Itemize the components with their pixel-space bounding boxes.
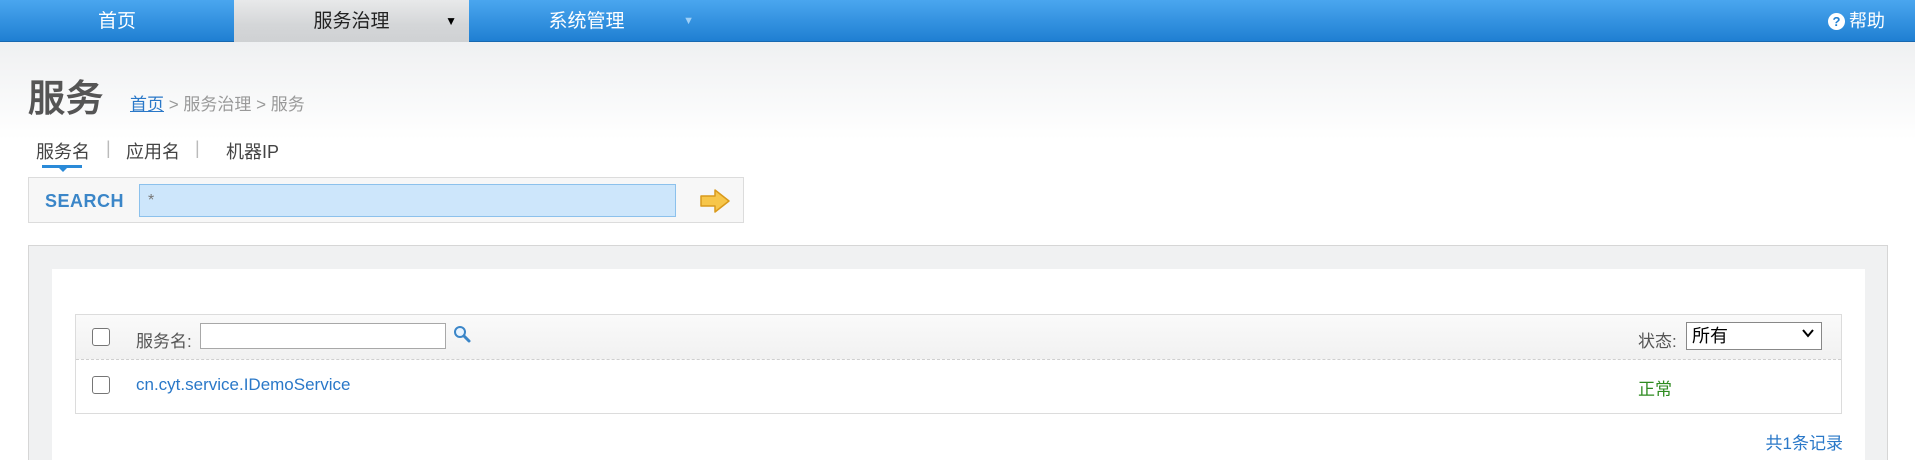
breadcrumb-separator: > xyxy=(251,95,271,114)
tab-separator: | xyxy=(106,138,111,158)
status-filter-label: 状态: xyxy=(1638,332,1677,351)
service-name-filter-input[interactable] xyxy=(200,323,446,349)
breadcrumb-separator: > xyxy=(164,95,184,114)
breadcrumb-home-link[interactable]: 首页 xyxy=(130,95,164,114)
tab-service-name[interactable]: 服务名 xyxy=(36,138,90,164)
nav-home[interactable]: 首页 xyxy=(0,0,234,42)
service-name-filter-label: 服务名: xyxy=(136,332,192,351)
search-input[interactable] xyxy=(139,184,676,217)
nav-system-management[interactable]: 系统管理 ▼ xyxy=(469,0,704,42)
arrow-right-icon[interactable] xyxy=(699,187,731,215)
status-filter-select[interactable]: 所有 xyxy=(1686,322,1822,350)
chevron-down-icon xyxy=(1802,329,1814,338)
content-inner: 服务名: 状态: 所有 cn.cyt.service.IDemoService … xyxy=(52,269,1865,460)
service-table: 服务名: 状态: 所有 cn.cyt.service.IDemoService … xyxy=(75,314,1842,414)
nav-service-governance-label: 服务治理 xyxy=(313,11,390,32)
search-box: SEARCH xyxy=(28,177,744,223)
nav-system-management-label: 系统管理 xyxy=(548,11,625,32)
select-all-checkbox[interactable] xyxy=(92,328,110,346)
tab-app-name[interactable]: 应用名 xyxy=(126,138,180,164)
help-icon: ? xyxy=(1828,12,1845,30)
search-label: SEARCH xyxy=(45,191,125,211)
breadcrumb-service-governance: 服务治理 xyxy=(183,95,252,114)
record-count: 共1条记录 xyxy=(1765,434,1843,453)
page-title: 服务 xyxy=(28,78,104,119)
top-nav: 首页 服务治理 ▼ 系统管理 ▼ ? 帮助 xyxy=(0,0,1915,42)
status-badge: 正常 xyxy=(1638,380,1672,399)
caret-down-icon: ▼ xyxy=(683,15,694,27)
table-header: 服务名: 状态: 所有 xyxy=(76,315,1841,360)
tab-separator: | xyxy=(195,138,200,158)
help-link[interactable]: ? 帮助 xyxy=(1828,0,1885,42)
service-name-link[interactable]: cn.cyt.service.IDemoService xyxy=(136,375,350,395)
active-tab-indicator xyxy=(42,165,82,172)
help-label: 帮助 xyxy=(1849,11,1885,31)
nav-service-governance[interactable]: 服务治理 ▼ xyxy=(234,0,469,42)
breadcrumb: 首页 > 服务治理 > 服务 xyxy=(130,90,305,115)
row-checkbox[interactable] xyxy=(92,376,110,394)
nav-home-label: 首页 xyxy=(97,11,136,32)
breadcrumb-current: 服务 xyxy=(270,95,305,114)
search-icon[interactable] xyxy=(452,324,472,344)
status-filter-value: 所有 xyxy=(1692,326,1728,346)
caret-down-icon: ▼ xyxy=(445,14,457,28)
tab-machine-ip[interactable]: 机器IP xyxy=(226,138,279,164)
content-panel: 服务名: 状态: 所有 cn.cyt.service.IDemoService … xyxy=(28,245,1888,460)
